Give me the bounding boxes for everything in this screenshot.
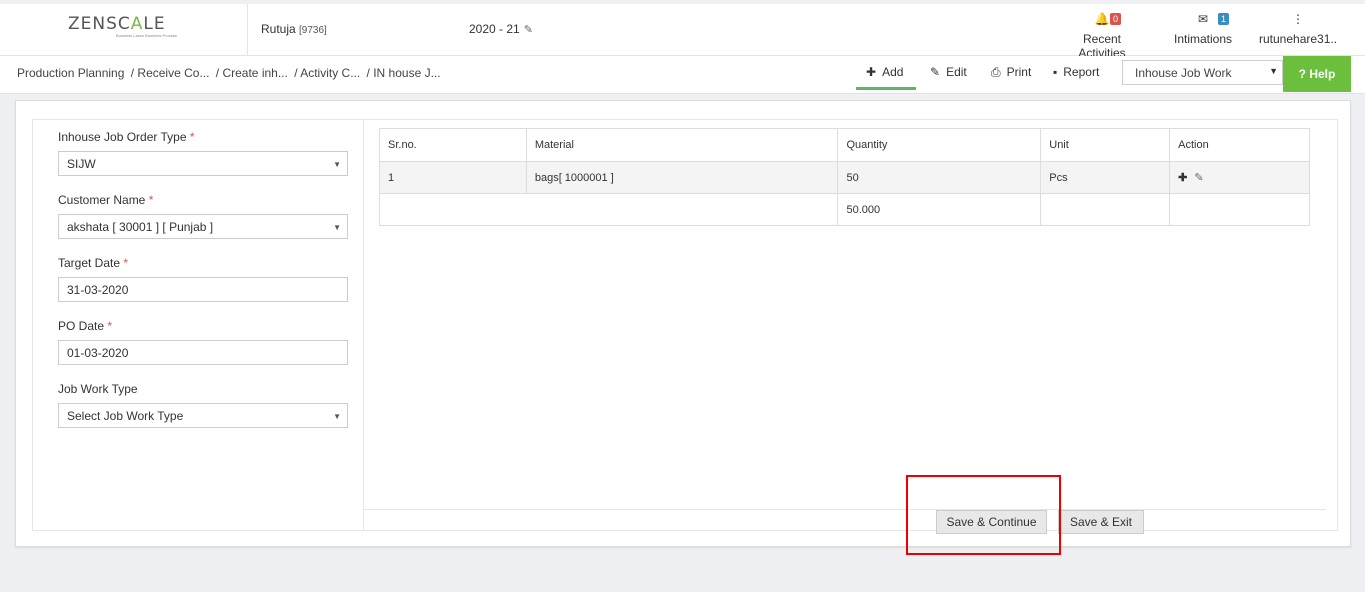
- form-fields: Inhouse Job Order Type * SIJW ▼ Customer…: [33, 120, 364, 530]
- order-type-select[interactable]: SIJW ▼: [58, 151, 348, 176]
- financial-year[interactable]: 2020 - 21 ✎: [469, 22, 533, 36]
- total-quantity-cell: 50.000: [837, 193, 1042, 226]
- po-date-label: PO Date *: [58, 319, 113, 333]
- breadcrumb-item[interactable]: / Create inh...: [216, 66, 288, 80]
- plus-icon: ✚: [866, 65, 877, 79]
- customer-name-select[interactable]: akshata [ 30001 ] [ Punjab ] ▼: [58, 214, 348, 239]
- total-label-cell: [378, 193, 839, 226]
- financial-year-label: 2020 - 21: [469, 22, 520, 36]
- job-work-type-label: Job Work Type: [58, 382, 138, 396]
- srno-cell: 1: [379, 161, 527, 194]
- column-header: Quantity: [837, 128, 1042, 162]
- order-type-label: Inhouse Job Order Type *: [58, 130, 195, 144]
- recent-activities-badge: 0: [1110, 13, 1122, 25]
- divider: [364, 509, 1326, 510]
- user-code: [9736]: [299, 25, 327, 36]
- breadcrumb-item[interactable]: / Activity C...: [294, 66, 360, 80]
- edit-icon[interactable]: ✎: [524, 24, 533, 36]
- question-icon: ?: [1298, 67, 1306, 81]
- column-header: Action: [1169, 128, 1310, 162]
- edit-row-icon[interactable]: ✎: [1194, 172, 1203, 184]
- intimations[interactable]: ✉ 1 Intimations: [1172, 12, 1234, 46]
- edit-icon: ✎: [930, 65, 941, 79]
- empty-cell: [1169, 193, 1310, 226]
- empty-cell: [1040, 193, 1171, 226]
- logo-text: ZENSCALE: [68, 14, 166, 34]
- quantity-cell: 50: [837, 161, 1042, 194]
- total-row: 50.000: [378, 193, 1310, 226]
- add-button[interactable]: ✚ Add: [866, 65, 903, 79]
- breadcrumb-item[interactable]: Production Planning: [17, 66, 128, 80]
- document-icon: ▪: [1053, 65, 1058, 79]
- table-row: 1 bags[ 1000001 ] 50 Pcs ✚ ✎: [379, 161, 1310, 194]
- target-date-label: Target Date *: [58, 256, 129, 270]
- print-button[interactable]: ⎙ Print: [991, 65, 1031, 80]
- job-work-type-select[interactable]: Select Job Work Type ▼: [58, 403, 348, 428]
- edit-button[interactable]: ✎ Edit: [930, 65, 967, 79]
- save-exit-button[interactable]: Save & Exit: [1058, 510, 1144, 534]
- target-date-input[interactable]: 31-03-2020: [58, 277, 348, 302]
- logo[interactable]: ZENSCALE Business Laces Business Process: [0, 4, 248, 56]
- caret-down-icon: ▼: [1269, 66, 1278, 76]
- breadcrumb-item[interactable]: / IN house J...: [367, 66, 441, 80]
- breadcrumb: Production Planning / Receive Co... / Cr…: [17, 66, 444, 80]
- highlight-box: [906, 475, 1061, 555]
- printer-icon: ⎙: [991, 65, 1001, 79]
- user-info: Rutuja [9736]: [261, 22, 327, 36]
- caret-down-icon: ▼: [333, 160, 341, 169]
- intimations-badge: 1: [1218, 13, 1230, 25]
- intimations-label: Intimations: [1173, 32, 1233, 46]
- report-button[interactable]: ▪ Report: [1053, 65, 1099, 79]
- kebab-menu-icon: ⋮: [1292, 12, 1304, 26]
- help-button[interactable]: ? Help: [1283, 56, 1351, 92]
- active-tab-indicator: [856, 87, 916, 90]
- top-bar: ZENSCALE Business Laces Business Process…: [0, 4, 1365, 60]
- recent-activities[interactable]: 🔔 0 Recent Activities: [1060, 12, 1144, 60]
- column-header: Sr.no.: [379, 128, 527, 162]
- material-table: Sr.no. Material Quantity Unit Action 1 b…: [378, 128, 1310, 226]
- customer-name-label: Customer Name *: [58, 193, 154, 207]
- bell-icon: 🔔: [1094, 12, 1110, 26]
- po-date-input[interactable]: 01-03-2020: [58, 340, 348, 365]
- caret-down-icon: ▼: [333, 412, 341, 421]
- caret-down-icon: ▼: [333, 223, 341, 232]
- form-container: Inhouse Job Order Type * SIJW ▼ Customer…: [32, 119, 1338, 534]
- table-header-row: Sr.no. Material Quantity Unit Action: [379, 128, 1310, 162]
- module-select[interactable]: Inhouse Job Work ▼: [1122, 60, 1283, 85]
- username-label: rutunehare31..: [1259, 32, 1338, 46]
- action-cell: ✚ ✎: [1169, 161, 1310, 194]
- module-select-value: Inhouse Job Work: [1135, 66, 1232, 80]
- column-header: Unit: [1040, 128, 1171, 162]
- unit-cell: Pcs: [1040, 161, 1171, 194]
- logo-tagline: Business Laces Business Process: [116, 33, 177, 38]
- user-menu[interactable]: ⋮ rutunehare31..: [1259, 12, 1337, 46]
- user-name: Rutuja: [261, 22, 300, 36]
- column-header: Material: [525, 128, 839, 162]
- material-cell: bags[ 1000001 ]: [525, 161, 839, 194]
- breadcrumb-item[interactable]: / Receive Co...: [131, 66, 210, 80]
- main-panel: Inhouse Job Order Type * SIJW ▼ Customer…: [15, 100, 1351, 547]
- sub-bar: Production Planning / Receive Co... / Cr…: [0, 56, 1365, 94]
- add-row-icon[interactable]: ✚: [1178, 172, 1187, 184]
